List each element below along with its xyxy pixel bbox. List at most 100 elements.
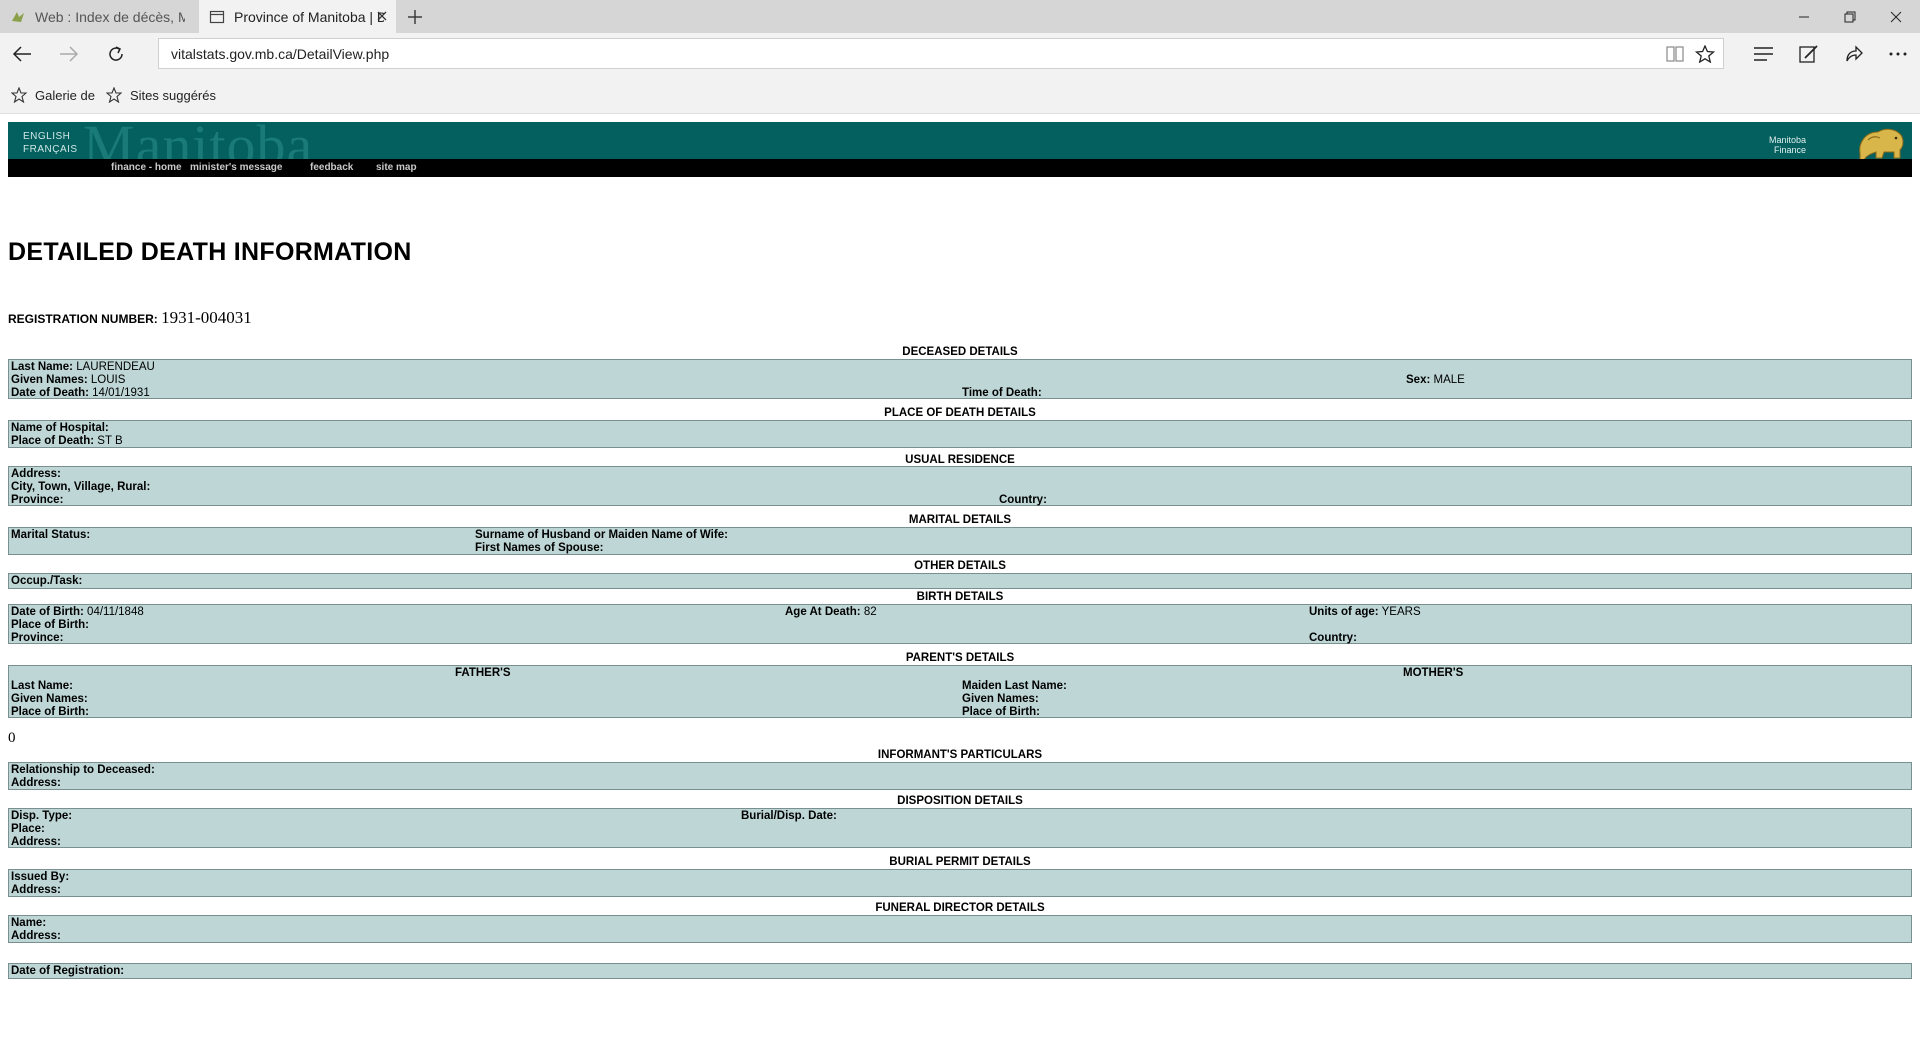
panel-place-of-death: Name of Hospital: Place of Death: ST B bbox=[8, 420, 1912, 448]
field-residence-province: Province: bbox=[11, 494, 64, 506]
close-tab-icon[interactable] bbox=[374, 8, 390, 24]
field-place-of-death: Place of Death: ST B bbox=[11, 435, 123, 447]
registration-number-label: REGISTRATION NUMBER: bbox=[8, 312, 158, 326]
english-link[interactable]: ENGLISH bbox=[23, 131, 70, 142]
page-icon bbox=[209, 10, 225, 23]
close-window-button[interactable] bbox=[1874, 0, 1918, 33]
column-head-mother: MOTHER'S bbox=[1403, 667, 1464, 679]
panel-date-of-registration: Date of Registration: bbox=[8, 963, 1912, 979]
field-date-of-birth: Date of Birth: 04/11/1848 bbox=[11, 606, 144, 618]
panel-birth: Date of Birth: 04/11/1848 Age At Death: … bbox=[8, 604, 1912, 644]
stray-value: 0 bbox=[8, 730, 16, 746]
field-place-of-birth: Place of Birth: bbox=[11, 619, 89, 631]
field-disposition-type: Disp. Type: bbox=[11, 810, 73, 822]
dept-name-line1: Manitoba bbox=[1768, 135, 1806, 145]
star-icon bbox=[106, 87, 122, 103]
menu-feedback[interactable]: feedback bbox=[310, 162, 353, 173]
panel-marital: Marital Status: Surname of Husband or Ma… bbox=[8, 527, 1912, 555]
menu-finance-home[interactable]: finance - home bbox=[111, 162, 182, 173]
menu-ministers-message[interactable]: minister's message bbox=[190, 162, 282, 173]
field-spouse-surname: Surname of Husband or Maiden Name of Wif… bbox=[475, 529, 728, 541]
arrow-right-icon bbox=[60, 46, 79, 62]
address-bar[interactable]: vitalstats.gov.mb.ca/DetailView.php bbox=[158, 38, 1724, 69]
menu-site-map[interactable]: site map bbox=[376, 162, 417, 173]
field-units-of-age: Units of age: YEARS bbox=[1309, 606, 1421, 618]
hub-icon bbox=[1754, 47, 1773, 61]
field-marital-status: Marital Status: bbox=[11, 529, 91, 541]
more-button[interactable] bbox=[1886, 43, 1910, 65]
forward-button[interactable] bbox=[55, 41, 83, 67]
field-birth-country: Country: bbox=[1309, 632, 1357, 644]
arrow-left-icon bbox=[12, 46, 31, 62]
favorite-galerie[interactable]: Galerie de bbox=[11, 86, 95, 104]
section-title-other: OTHER DETAILS bbox=[914, 560, 1006, 572]
hub-button[interactable] bbox=[1752, 43, 1776, 65]
minimize-button[interactable] bbox=[1782, 0, 1826, 33]
panel-other: Occup./Task: bbox=[8, 573, 1912, 589]
panel-burial-permit: Issued By: Address: bbox=[8, 869, 1912, 897]
section-title-place-of-death: PLACE OF DEATH DETAILS bbox=[884, 407, 1036, 419]
panel-disposition: Disp. Type: Burial/Disp. Date: Place: Ad… bbox=[8, 808, 1912, 848]
tab-province-manitoba[interactable]: Province of Manitoba | D bbox=[199, 0, 396, 33]
dept-name-line2: Finance bbox=[1773, 145, 1806, 155]
tab-index-deces[interactable]: Web : Index de décès, Mani bbox=[0, 0, 198, 33]
panel-usual-residence: Address: City, Town, Village, Rural: Pro… bbox=[8, 466, 1912, 506]
francais-link[interactable]: FRANÇAIS bbox=[23, 144, 78, 155]
field-burial-date: Burial/Disp. Date: bbox=[741, 810, 837, 822]
reading-view-icon[interactable] bbox=[1665, 45, 1685, 63]
refresh-button[interactable] bbox=[102, 41, 130, 67]
pen-note-icon bbox=[1799, 45, 1818, 63]
web-note-button[interactable] bbox=[1797, 43, 1821, 65]
page-title: DETAILED DEATH INFORMATION bbox=[8, 238, 412, 266]
refresh-icon bbox=[109, 46, 123, 61]
favorite-sites-suggeres[interactable]: Sites suggérés bbox=[106, 86, 216, 104]
section-title-disposition: DISPOSITION DETAILS bbox=[897, 795, 1023, 807]
section-title-marital: MARITAL DETAILS bbox=[908, 514, 1012, 526]
field-spouse-first-names: First Names of Spouse: bbox=[475, 542, 604, 554]
field-date-of-death: Date of Death: 14/01/1931 bbox=[11, 387, 150, 399]
panel-informant: Relationship to Deceased: Address: bbox=[8, 762, 1912, 790]
field-sex: Sex: MALE bbox=[1406, 374, 1465, 386]
restore-icon bbox=[1844, 11, 1856, 22]
section-title-parents: PARENT'S DETAILS bbox=[905, 652, 1015, 664]
url-text: vitalstats.gov.mb.ca/DetailView.php bbox=[171, 46, 390, 62]
favorites-bar: Galerie de Sites suggérés bbox=[0, 75, 1920, 114]
field-mother-given-names: Given Names: bbox=[962, 693, 1039, 705]
registration-number-value: 1931-004031 bbox=[161, 308, 252, 327]
section-title-burial-permit: BURIAL PERMIT DETAILS bbox=[889, 856, 1031, 868]
section-title-informant: INFORMANT'S PARTICULARS bbox=[877, 749, 1043, 761]
field-last-name: Last Name: LAURENDEAU bbox=[11, 361, 155, 373]
page-content: Manitoba ENGLISH FRANÇAIS Manitoba Finan… bbox=[0, 114, 1920, 1040]
new-tab-icon[interactable] bbox=[405, 7, 425, 27]
field-hospital: Name of Hospital: bbox=[11, 422, 109, 434]
field-disposition-place: Place: bbox=[11, 823, 45, 835]
field-father-given-names: Given Names: bbox=[11, 693, 88, 705]
field-informant-relationship: Relationship to Deceased: bbox=[11, 764, 155, 776]
back-button[interactable] bbox=[8, 41, 36, 67]
field-mother-place-of-birth: Place of Birth: bbox=[962, 706, 1040, 718]
column-head-father: FATHER'S bbox=[455, 667, 511, 679]
section-title-funeral-director: FUNERAL DIRECTOR DETAILS bbox=[875, 902, 1045, 914]
section-title-usual-residence: USUAL RESIDENCE bbox=[905, 454, 1015, 466]
favorite-star-icon[interactable] bbox=[1695, 45, 1715, 63]
registration-number: REGISTRATION NUMBER: 1931-004031 bbox=[8, 308, 252, 328]
field-birth-province: Province: bbox=[11, 632, 64, 644]
minimize-icon bbox=[1799, 16, 1809, 17]
field-disposition-address: Address: bbox=[11, 836, 61, 848]
section-title-deceased: DECEASED DETAILS bbox=[902, 346, 1018, 358]
field-age-at-death: Age At Death: 82 bbox=[785, 606, 877, 618]
bison-logo-icon bbox=[1859, 128, 1904, 161]
panel-deceased: Last Name: LAURENDEAU Given Names: LOUIS… bbox=[8, 359, 1912, 399]
site-menu-bar: finance - home minister's message feedba… bbox=[8, 159, 1912, 177]
field-funeral-director-name: Name: bbox=[11, 917, 47, 929]
field-funeral-director-address: Address: bbox=[11, 930, 61, 942]
field-permit-issued-by: Issued By: bbox=[11, 871, 70, 883]
favorite-label: Galerie de bbox=[35, 87, 95, 103]
favorite-label: Sites suggérés bbox=[130, 87, 216, 103]
share-icon bbox=[1846, 45, 1863, 62]
share-button[interactable] bbox=[1842, 43, 1866, 65]
restore-button[interactable] bbox=[1828, 0, 1872, 33]
tab-title: Province of Manitoba | D bbox=[234, 8, 384, 25]
more-icon bbox=[1889, 52, 1907, 56]
field-father-place-of-birth: Place of Birth: bbox=[11, 706, 89, 718]
